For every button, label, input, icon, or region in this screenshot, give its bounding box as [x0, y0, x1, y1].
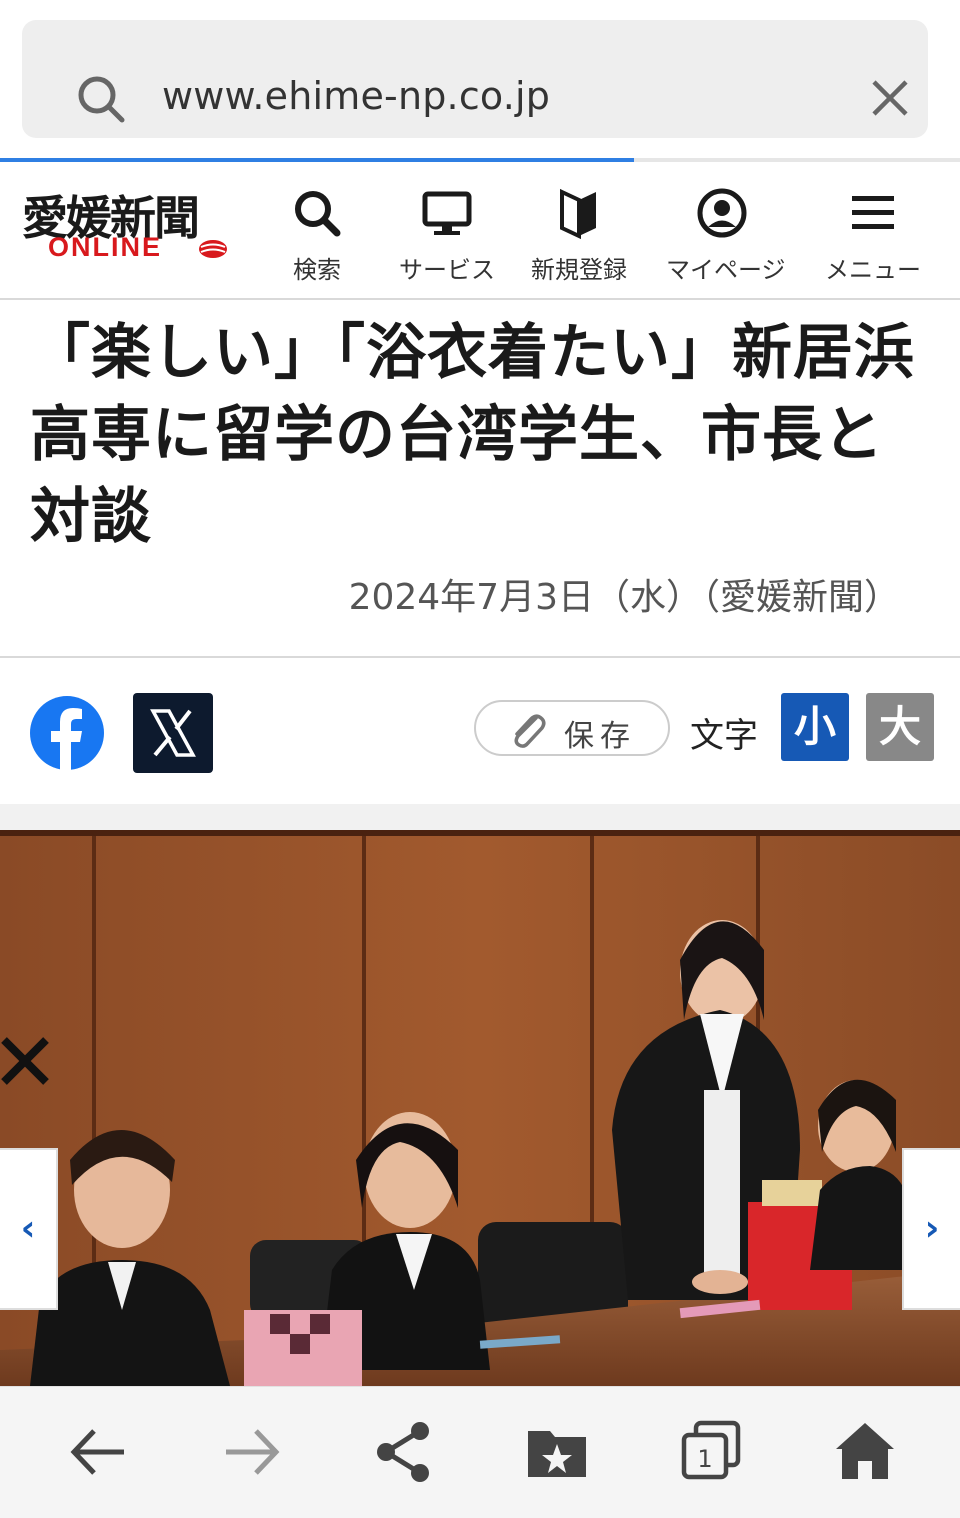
- save-button[interactable]: 保存: [474, 700, 670, 756]
- article-header: 「楽しい」「浴衣着たい」新居浜高専に留学の台湾学生、市長と対談 2024年7月3…: [0, 300, 960, 658]
- monitor-icon: [422, 191, 472, 235]
- address-bar[interactable]: www.ehime-np.co.jp: [22, 20, 928, 138]
- article-date: 2024年7月3日（水）（愛媛新聞）: [348, 577, 900, 618]
- nav-label: メニュー: [825, 256, 921, 284]
- font-size-large-button[interactable]: 大: [866, 693, 934, 761]
- nav-register[interactable]: 新規登録: [530, 186, 628, 285]
- article-title: 「楽しい」「浴衣着たい」新居浜高専に留学の台湾学生、市長と対談: [30, 318, 915, 552]
- url-text[interactable]: www.ehime-np.co.jp: [162, 74, 550, 118]
- nav-label: 新規登録: [531, 256, 627, 284]
- arrow-left-icon[interactable]: [64, 1417, 134, 1487]
- browser-bottom-bar: 1: [0, 1386, 960, 1518]
- close-icon[interactable]: [0, 1036, 50, 1086]
- nav-label: サービス: [399, 256, 495, 284]
- share-icon[interactable]: [370, 1417, 440, 1487]
- article-photo[interactable]: [0, 830, 960, 1386]
- nav-label: マイページ: [666, 256, 786, 284]
- font-size-small-button[interactable]: 小: [781, 693, 849, 761]
- photo-illustration: [0, 830, 960, 1386]
- search-icon: [295, 191, 341, 237]
- chevron-left-icon: ‹: [20, 1208, 36, 1249]
- nav-label: 検索: [293, 256, 341, 284]
- carousel-prev-button[interactable]: ‹: [0, 1148, 58, 1310]
- nav-menu[interactable]: メニュー: [824, 186, 922, 285]
- hamburger-icon: [852, 196, 894, 229]
- facebook-icon[interactable]: [30, 696, 104, 770]
- nav-service[interactable]: サービス: [398, 186, 496, 285]
- beginner-mark-icon: [560, 188, 596, 240]
- article-toolbar: 保存 文字 小 大: [0, 660, 960, 804]
- close-icon[interactable]: [868, 76, 912, 120]
- arrow-right-icon[interactable]: [216, 1417, 286, 1487]
- logo-mark-icon: [199, 240, 227, 258]
- save-label: 保存: [564, 719, 636, 754]
- paperclip-icon: [514, 714, 546, 748]
- nav-mypage[interactable]: マイページ: [666, 186, 786, 285]
- browser-address-area: www.ehime-np.co.jp: [0, 0, 960, 158]
- user-icon: [697, 188, 747, 238]
- nav-search[interactable]: 検索: [286, 186, 348, 285]
- carousel-next-button[interactable]: ›: [902, 1148, 960, 1310]
- site-logo[interactable]: 愛媛新聞 ONLINE: [22, 182, 242, 272]
- tab-count: 1: [697, 1445, 712, 1473]
- tabs-icon[interactable]: 1: [676, 1417, 746, 1487]
- chevron-right-icon: ›: [924, 1208, 940, 1249]
- section-divider: [0, 804, 960, 830]
- x-icon[interactable]: [133, 693, 213, 773]
- site-header: 愛媛新聞 ONLINE 検索 サービス 新規登録 マイページ メニュー: [0, 162, 960, 300]
- font-size-label: 文字: [690, 716, 758, 756]
- home-icon[interactable]: [830, 1417, 900, 1487]
- logo-online-text: ONLINE: [48, 232, 163, 262]
- bookmark-folder-icon[interactable]: [522, 1417, 592, 1487]
- search-icon[interactable]: [76, 74, 126, 128]
